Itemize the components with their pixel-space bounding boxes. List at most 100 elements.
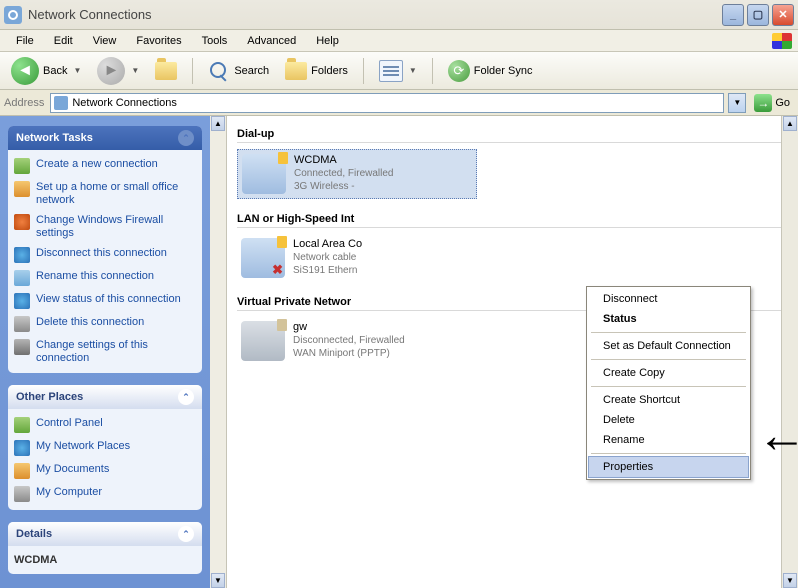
go-button[interactable]: → Go [750,93,794,113]
network-tasks-header[interactable]: Network Tasks ⌃ [8,126,202,150]
connection-device: 3G Wireless - [294,180,394,193]
details-header[interactable]: Details ⌃ [8,522,202,546]
views-button[interactable]: ▼ [374,57,422,85]
menu-view[interactable]: View [83,33,127,49]
windows-logo-icon [772,33,792,49]
task-view-status[interactable]: View status of this connection [14,293,196,309]
task-create-connection[interactable]: Create a new connection [14,158,196,174]
menu-file[interactable]: File [6,33,44,49]
other-places-body: Control Panel My Network Places My Docum… [8,409,202,510]
scroll-up-icon[interactable]: ▲ [783,116,797,131]
connection-wcdma[interactable]: WCDMA Connected, Firewalled 3G Wireless … [237,149,477,199]
connection-name: Local Area Co [293,238,362,251]
toolbar: ◄ Back ▼ ► ▼ Search Folders ▼ Folder Syn… [0,52,798,90]
link-my-documents[interactable]: My Documents [14,463,196,479]
scroll-down-icon[interactable]: ▼ [211,573,225,588]
task-icon [14,293,30,309]
up-folder-icon [155,62,177,80]
task-rename[interactable]: Rename this connection [14,270,196,286]
task-change-settings[interactable]: Change settings of this connection [14,339,196,365]
forward-arrow-icon: ► [97,57,125,85]
collapse-icon[interactable]: ⌃ [178,130,194,146]
right-scrollbar[interactable]: ▲ ▼ [781,116,798,588]
content-panel: Dial-up WCDMA Connected, Firewalled 3G W… [227,116,798,588]
back-dropdown-icon[interactable]: ▼ [73,66,81,75]
address-dropdown-button[interactable]: ▼ [728,93,746,113]
address-field[interactable]: Network Connections [50,93,724,113]
search-label: Search [234,65,269,77]
task-icon [14,339,30,355]
task-icon [14,316,30,332]
link-network-places[interactable]: My Network Places [14,440,196,456]
minimize-button[interactable]: _ [722,4,744,26]
task-setup-network[interactable]: Set up a home or small office network [14,181,196,207]
details-title: Details [16,528,52,540]
menu-edit[interactable]: Edit [44,33,83,49]
ctx-status[interactable]: Status [589,309,748,329]
forward-dropdown-icon[interactable]: ▼ [131,66,139,75]
task-label: View status of this connection [36,293,181,306]
folder-sync-label: Folder Sync [474,65,533,77]
folders-label: Folders [311,65,348,77]
link-control-panel[interactable]: Control Panel [14,417,196,433]
ctx-separator [591,359,746,360]
folders-button[interactable]: Folders [280,59,353,83]
connection-device: SiS191 Ethern [293,264,362,277]
ctx-create-copy[interactable]: Create Copy [589,363,748,383]
task-disconnect[interactable]: Disconnect this connection [14,247,196,263]
left-scrollbar[interactable]: ▲ ▼ [210,116,227,588]
toolbar-separator [363,58,364,84]
task-label: Create a new connection [36,158,158,171]
folder-sync-button[interactable]: Folder Sync [443,57,538,85]
title-bar: Network Connections _ ▢ ✕ [0,0,798,30]
ctx-delete[interactable]: Delete [589,410,748,430]
menu-help[interactable]: Help [306,33,349,49]
menu-favorites[interactable]: Favorites [126,33,191,49]
menu-bar: File Edit View Favorites Tools Advanced … [0,30,798,52]
details-body: WCDMA [8,546,202,574]
connection-name: gw [293,321,405,334]
details-panel: Details ⌃ WCDMA [8,522,202,574]
connection-text: gw Disconnected, Firewalled WAN Miniport… [293,321,405,361]
task-firewall[interactable]: Change Windows Firewall settings [14,214,196,240]
connection-lan[interactable]: Local Area Co Network cable SiS191 Ether… [237,234,477,282]
forward-button[interactable]: ► ▼ [92,54,144,88]
toolbar-separator [192,58,193,84]
connection-device: WAN Miniport (PPTP) [293,347,405,360]
scroll-up-icon[interactable]: ▲ [211,116,225,131]
back-button[interactable]: ◄ Back ▼ [6,54,86,88]
scroll-down-icon[interactable]: ▼ [783,573,797,588]
close-button[interactable]: ✕ [772,4,794,26]
ctx-properties[interactable]: Properties [589,457,748,477]
ctx-create-shortcut[interactable]: Create Shortcut [589,390,748,410]
other-places-header[interactable]: Other Places ⌃ [8,385,202,409]
connection-icon [241,238,285,278]
place-label: My Computer [36,486,102,499]
connection-name: WCDMA [294,154,394,167]
connection-gw[interactable]: gw Disconnected, Firewalled WAN Miniport… [237,317,477,365]
place-icon [14,417,30,433]
menu-advanced[interactable]: Advanced [237,33,306,49]
back-arrow-icon: ◄ [11,57,39,85]
link-my-computer[interactable]: My Computer [14,486,196,502]
up-button[interactable] [150,59,182,83]
main-area: Network Tasks ⌃ Create a new connection … [0,116,798,588]
place-label: Control Panel [36,417,103,430]
folders-icon [285,62,307,80]
task-delete[interactable]: Delete this connection [14,316,196,332]
toolbar-separator [432,58,433,84]
ctx-disconnect[interactable]: Disconnect [589,289,748,309]
ctx-set-default[interactable]: Set as Default Connection [589,336,748,356]
search-button[interactable]: Search [203,57,274,85]
menu-tools[interactable]: Tools [192,33,238,49]
views-dropdown-icon[interactable]: ▼ [409,66,417,75]
other-places-title: Other Places [16,391,83,403]
ctx-rename[interactable]: Rename [589,430,748,450]
collapse-icon[interactable]: ⌃ [178,526,194,542]
place-icon [14,463,30,479]
maximize-button[interactable]: ▢ [747,4,769,26]
connection-status: Disconnected, Firewalled [293,334,405,347]
collapse-icon[interactable]: ⌃ [178,389,194,405]
task-label: Delete this connection [36,316,144,329]
task-label: Set up a home or small office network [36,181,196,207]
